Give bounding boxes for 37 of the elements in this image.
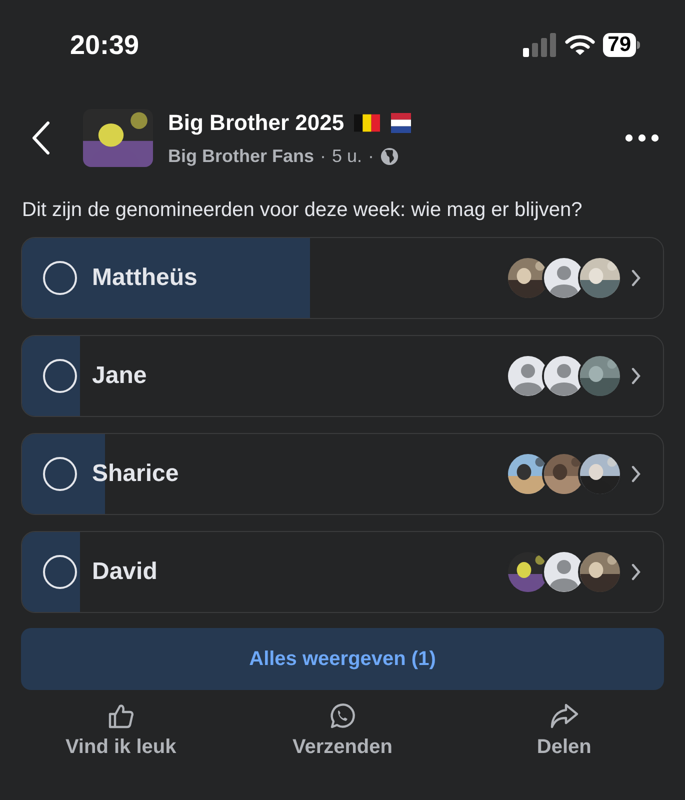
chat-bubble-icon [328,702,356,730]
separator-dot: · [368,145,374,168]
action-label[interactable]: Verzenden [292,732,392,762]
post-title[interactable]: Big Brother 2025 [168,106,344,139]
poll-question: Dit zijn de genomineerden voor deze week: wie mag er blijven? [22,198,584,223]
poll-option[interactable]: Mattheüs [21,237,664,319]
radio-button[interactable] [43,457,77,491]
option-label: Sharice [92,459,180,489]
poll-option[interactable]: Jane [21,335,664,417]
action-label[interactable]: Vind ik leuk [65,732,176,762]
radio-button[interactable] [43,261,77,295]
radio-button[interactable] [43,555,77,589]
show-all-button[interactable]: Alles weergeven (1) [21,628,664,690]
option-label: Mattheüs [92,263,198,293]
battery-level: 79 [602,33,636,57]
more-icon[interactable] [625,134,659,142]
option-label: David [92,557,158,587]
signal-icon [522,33,557,57]
author-name[interactable]: Big Brother Fans [168,143,314,170]
post-time: 5 u. [332,145,362,168]
chevron-icon [631,367,641,385]
globe-icon [380,147,400,166]
radio-button[interactable] [43,359,77,393]
separator-dot: · [320,145,326,168]
wifi-icon [564,34,595,56]
option-label: Jane [92,361,148,391]
chevron-icon [631,563,641,581]
chevron-icon [631,465,641,483]
share-arrow-icon [549,702,580,730]
poll-option[interactable]: Sharice [21,433,664,515]
belgium-flag-icon [354,112,380,132]
thumbs-up-icon [106,702,135,730]
poll-option[interactable]: David [21,531,664,613]
chevron-icon [631,269,641,287]
clock-time: 20:39 [70,28,140,62]
action-label[interactable]: Delen [536,732,592,762]
back-icon[interactable] [30,121,52,155]
